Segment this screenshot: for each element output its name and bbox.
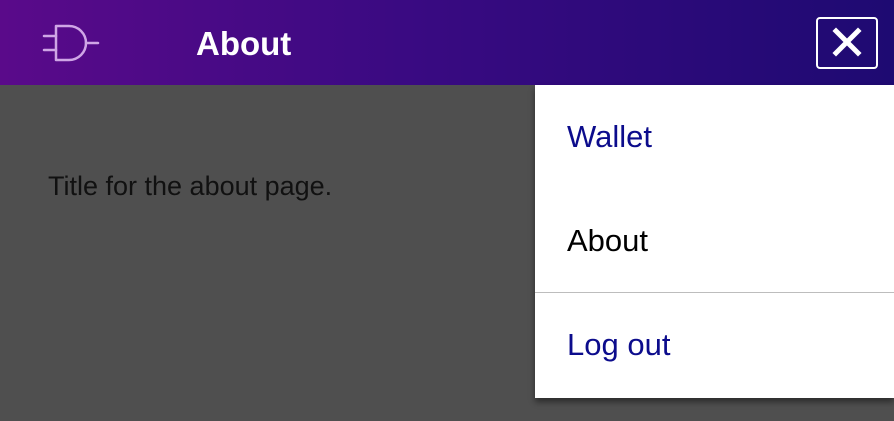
close-menu-button[interactable]	[816, 17, 878, 69]
close-icon	[832, 26, 862, 60]
logic-gate-icon[interactable]	[42, 22, 100, 64]
page-title: About	[196, 25, 292, 62]
menu-item-label: About	[567, 223, 649, 258]
dropdown-menu: Wallet About Log out	[535, 85, 894, 398]
menu-item-wallet[interactable]: Wallet	[535, 85, 894, 189]
about-page-text: Title for the about page.	[48, 171, 333, 201]
menu-item-log-out[interactable]: Log out	[535, 293, 894, 397]
menu-item-label: Log out	[567, 327, 671, 362]
app-header: About	[0, 0, 894, 85]
menu-item-label: Wallet	[567, 119, 652, 154]
menu-item-about[interactable]: About	[535, 189, 894, 293]
